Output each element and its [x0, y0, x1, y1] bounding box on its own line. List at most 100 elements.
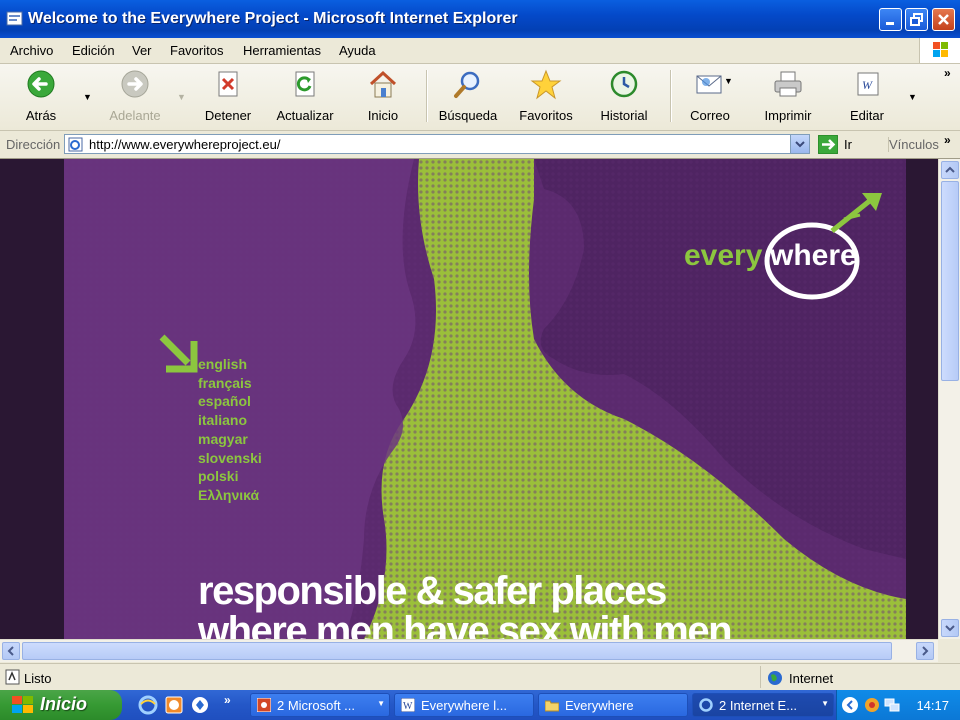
taskbar: Inicio » 2 Microsoft ... ▼ W Everywhere …: [0, 690, 960, 720]
search-button[interactable]: Búsqueda: [438, 68, 498, 123]
taskbar-item-label: Everywhere l...: [421, 698, 507, 713]
tagline: responsible & safer places where men hav…: [198, 571, 733, 639]
quicklaunch-more-button[interactable]: »: [224, 693, 231, 707]
url-text[interactable]: http://www.everywhereproject.eu/: [89, 137, 280, 152]
title-bar: Welcome to the Everywhere Project - Micr…: [0, 0, 960, 38]
history-icon: [610, 70, 638, 98]
favorites-button[interactable]: Favoritos: [516, 68, 576, 123]
home-button[interactable]: Inicio: [362, 68, 404, 123]
tray-app-icon[interactable]: [863, 696, 881, 714]
clock[interactable]: 14:17: [916, 698, 949, 713]
taskbar-item-internet-explorer[interactable]: 2 Internet E... ▼: [692, 693, 834, 717]
menu-bar: Archivo Edición Ver Favoritos Herramient…: [0, 38, 960, 64]
page-done-icon: [5, 669, 20, 685]
stop-label: Detener: [204, 108, 252, 123]
ie-quicklaunch-icon[interactable]: [138, 695, 158, 715]
word-doc-icon: W: [401, 698, 415, 712]
clock-quicklaunch-icon[interactable]: [164, 695, 184, 715]
close-icon: [938, 14, 949, 25]
scroll-down-button[interactable]: [941, 619, 959, 637]
links-label[interactable]: Vínculos: [888, 137, 939, 152]
minimize-icon: [886, 22, 894, 25]
ie-icon: [699, 698, 713, 712]
taskbar-item-everywhere-folder[interactable]: Everywhere: [538, 693, 688, 717]
forward-dropdown-icon[interactable]: ▼: [177, 92, 186, 102]
ie-page-icon: [68, 137, 83, 152]
scroll-left-button[interactable]: [2, 642, 20, 660]
windows-flag-icon: [933, 42, 948, 57]
back-dropdown-icon[interactable]: ▼: [83, 92, 92, 102]
forward-arrow-icon: [121, 70, 149, 98]
language-link-english[interactable]: english: [198, 355, 262, 374]
restore-icon: [910, 13, 923, 26]
edit-label: Editar: [850, 108, 884, 123]
scrollbar-corner: [938, 639, 960, 661]
back-arrow-icon: [27, 70, 55, 98]
history-button[interactable]: Historial: [598, 68, 650, 123]
menu-herramientas[interactable]: Herramientas: [243, 43, 321, 58]
taskbar-item-everywhere-word[interactable]: W Everywhere l...: [394, 693, 534, 717]
taskbar-item-label: 2 Internet E...: [719, 698, 798, 713]
edit-dropdown-icon[interactable]: ▼: [908, 92, 917, 102]
address-dropdown-button[interactable]: [790, 135, 809, 153]
restore-button[interactable]: [905, 8, 928, 31]
menu-favoritos[interactable]: Favoritos: [170, 43, 223, 58]
address-input[interactable]: http://www.everywhereproject.eu/: [64, 134, 810, 154]
menu-archivo[interactable]: Archivo: [10, 43, 53, 58]
toolbar-separator: [670, 70, 672, 122]
start-label: Inicio: [40, 694, 88, 714]
mail-icon: [696, 75, 722, 94]
go-button[interactable]: [817, 134, 839, 157]
chevron-down-icon: [795, 141, 805, 148]
back-label: Atrás: [25, 108, 57, 123]
links-more-button[interactable]: »: [944, 133, 951, 147]
network-icon[interactable]: [883, 696, 901, 714]
everywhere-logo[interactable]: every where: [682, 189, 892, 309]
media-quicklaunch-icon[interactable]: [190, 695, 210, 715]
vertical-scrollbar[interactable]: [938, 159, 960, 639]
word-edit-icon: W: [857, 72, 879, 96]
stop-button[interactable]: Detener: [200, 68, 256, 123]
group-dropdown-icon: ▼: [821, 699, 829, 708]
toolbar-more-button[interactable]: »: [944, 66, 951, 80]
print-button[interactable]: Imprimir: [762, 68, 814, 123]
status-bar: Listo Internet: [0, 663, 960, 691]
svg-text:W: W: [403, 701, 413, 712]
page-viewport: every where english français español ita…: [0, 159, 938, 639]
taskbar-item-microsoft[interactable]: 2 Microsoft ... ▼: [250, 693, 390, 717]
tray-expand-icon[interactable]: [841, 696, 859, 714]
refresh-button[interactable]: Actualizar: [274, 68, 336, 123]
stop-icon: [218, 71, 238, 97]
edit-button[interactable]: W Editar: [846, 68, 888, 123]
horizontal-scrollbar[interactable]: [0, 639, 938, 662]
zone-text: Internet: [789, 671, 834, 686]
svg-text:W: W: [862, 78, 873, 92]
home-label: Inicio: [367, 108, 399, 123]
menu-edicion[interactable]: Edición: [72, 43, 115, 58]
language-link-greek[interactable]: Ελληνικά: [198, 486, 262, 505]
scroll-right-button[interactable]: [916, 642, 934, 660]
language-link-magyar[interactable]: magyar: [198, 430, 262, 449]
start-button[interactable]: Inicio: [0, 690, 122, 720]
horizontal-scroll-thumb[interactable]: [22, 642, 892, 660]
window-title: Welcome to the Everywhere Project - Micr…: [28, 10, 518, 27]
vertical-scroll-thumb[interactable]: [941, 181, 959, 381]
close-button[interactable]: [932, 8, 955, 31]
menu-ver[interactable]: Ver: [132, 43, 152, 58]
tagline-line-2: where men have sex with men: [198, 609, 733, 639]
language-link-francais[interactable]: français: [198, 374, 262, 393]
language-link-espanol[interactable]: español: [198, 392, 262, 411]
mail-dropdown-icon[interactable]: ▼: [724, 76, 733, 86]
language-link-polski[interactable]: polski: [198, 467, 262, 486]
language-link-slovenski[interactable]: slovenski: [198, 449, 262, 468]
minimize-button[interactable]: [879, 8, 902, 31]
menu-ayuda[interactable]: Ayuda: [339, 43, 376, 58]
go-label[interactable]: Ir: [844, 137, 852, 152]
print-label: Imprimir: [764, 108, 812, 123]
forward-button[interactable]: Adelante: [104, 68, 166, 123]
search-icon: [454, 71, 480, 98]
scroll-up-button[interactable]: [941, 161, 959, 179]
language-link-italiano[interactable]: italiano: [198, 411, 262, 430]
back-button[interactable]: Atrás: [20, 68, 62, 123]
history-label: Historial: [600, 108, 648, 123]
